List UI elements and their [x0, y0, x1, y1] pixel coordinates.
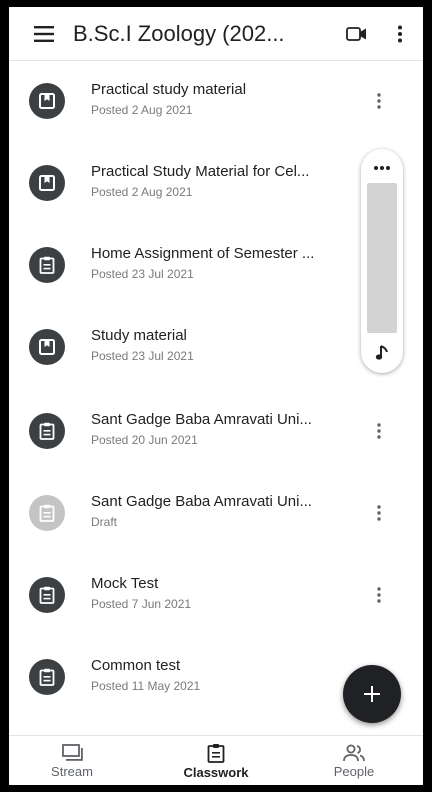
menu-button[interactable] — [23, 12, 67, 56]
item-posted-date: Posted 2 Aug 2021 — [91, 185, 193, 199]
list-item[interactable]: Sant Gadge Baba Amravati Uni... Draft — [9, 477, 423, 549]
nav-stream-label: Stream — [51, 763, 93, 779]
hamburger-menu-icon — [34, 25, 54, 42]
item-posted-date: Posted 7 Jun 2021 — [91, 597, 192, 611]
nav-people[interactable]: People — [299, 736, 409, 785]
item-title: Mock Test — [91, 575, 159, 592]
nav-classwork-label: Classwork — [183, 764, 249, 780]
item-title: Sant Gadge Baba Amravati Uni... — [91, 493, 312, 510]
class-title: B.Sc.I Zoology (202... — [73, 20, 285, 46]
scroll-track[interactable] — [367, 183, 397, 333]
people-icon — [343, 744, 365, 761]
assignment-icon — [29, 413, 65, 449]
assignment-icon — [29, 495, 65, 531]
item-posted-date: Posted 2 Aug 2021 — [91, 103, 193, 117]
classwork-icon — [207, 743, 225, 763]
nav-people-label: People — [333, 763, 375, 779]
floating-scroll-panel[interactable] — [361, 149, 403, 373]
stream-icon — [62, 743, 83, 761]
material-icon — [29, 83, 65, 119]
list-item[interactable]: Practical study material Posted 2 Aug 202… — [9, 65, 423, 137]
item-title: Practical study material — [91, 81, 247, 98]
item-posted-date: Posted 20 Jun 2021 — [91, 433, 198, 447]
item-posted-date: Posted 11 May 2021 — [91, 679, 201, 693]
music-note-icon[interactable] — [361, 339, 403, 367]
item-title: Sant Gadge Baba Amravati Uni... — [91, 411, 312, 428]
more-options-button[interactable] — [385, 14, 415, 54]
create-fab-button[interactable] — [343, 665, 401, 723]
item-posted-date: Posted 23 Jul 2021 — [91, 349, 194, 363]
nav-classwork[interactable]: Classwork — [161, 736, 271, 785]
assignment-icon — [29, 247, 65, 283]
nav-stream[interactable]: Stream — [17, 736, 127, 785]
bottom-navigation: Stream Classwork People — [9, 735, 423, 785]
item-more-options-icon[interactable] — [369, 581, 389, 609]
item-more-options-icon[interactable] — [369, 499, 389, 527]
more-vert-icon — [398, 25, 402, 42]
add-icon — [364, 686, 380, 702]
item-more-options-icon[interactable] — [369, 417, 389, 445]
video-meet-button[interactable] — [337, 14, 377, 54]
list-item[interactable]: Mock Test Posted 7 Jun 2021 — [9, 559, 423, 631]
assignment-icon — [29, 659, 65, 695]
item-draft-status: Draft — [91, 515, 118, 529]
item-title: Common test — [91, 657, 181, 674]
material-icon — [29, 329, 65, 365]
item-title: Home Assignment of Semester ... — [91, 245, 315, 262]
item-more-options-icon[interactable] — [369, 87, 389, 115]
list-item[interactable]: Sant Gadge Baba Amravati Uni... Posted 20… — [9, 395, 423, 467]
item-title: Study material — [91, 327, 187, 344]
top-app-bar: B.Sc.I Zoology (202... — [9, 7, 423, 61]
item-title: Practical Study Material for Cel... — [91, 163, 310, 180]
app-screen: B.Sc.I Zoology (202... Practical study m… — [9, 7, 423, 785]
video-camera-icon — [346, 26, 366, 41]
item-posted-date: Posted 23 Jul 2021 — [91, 267, 194, 281]
assignment-icon — [29, 577, 65, 613]
more-horiz-icon[interactable] — [361, 157, 403, 179]
material-icon — [29, 165, 65, 201]
